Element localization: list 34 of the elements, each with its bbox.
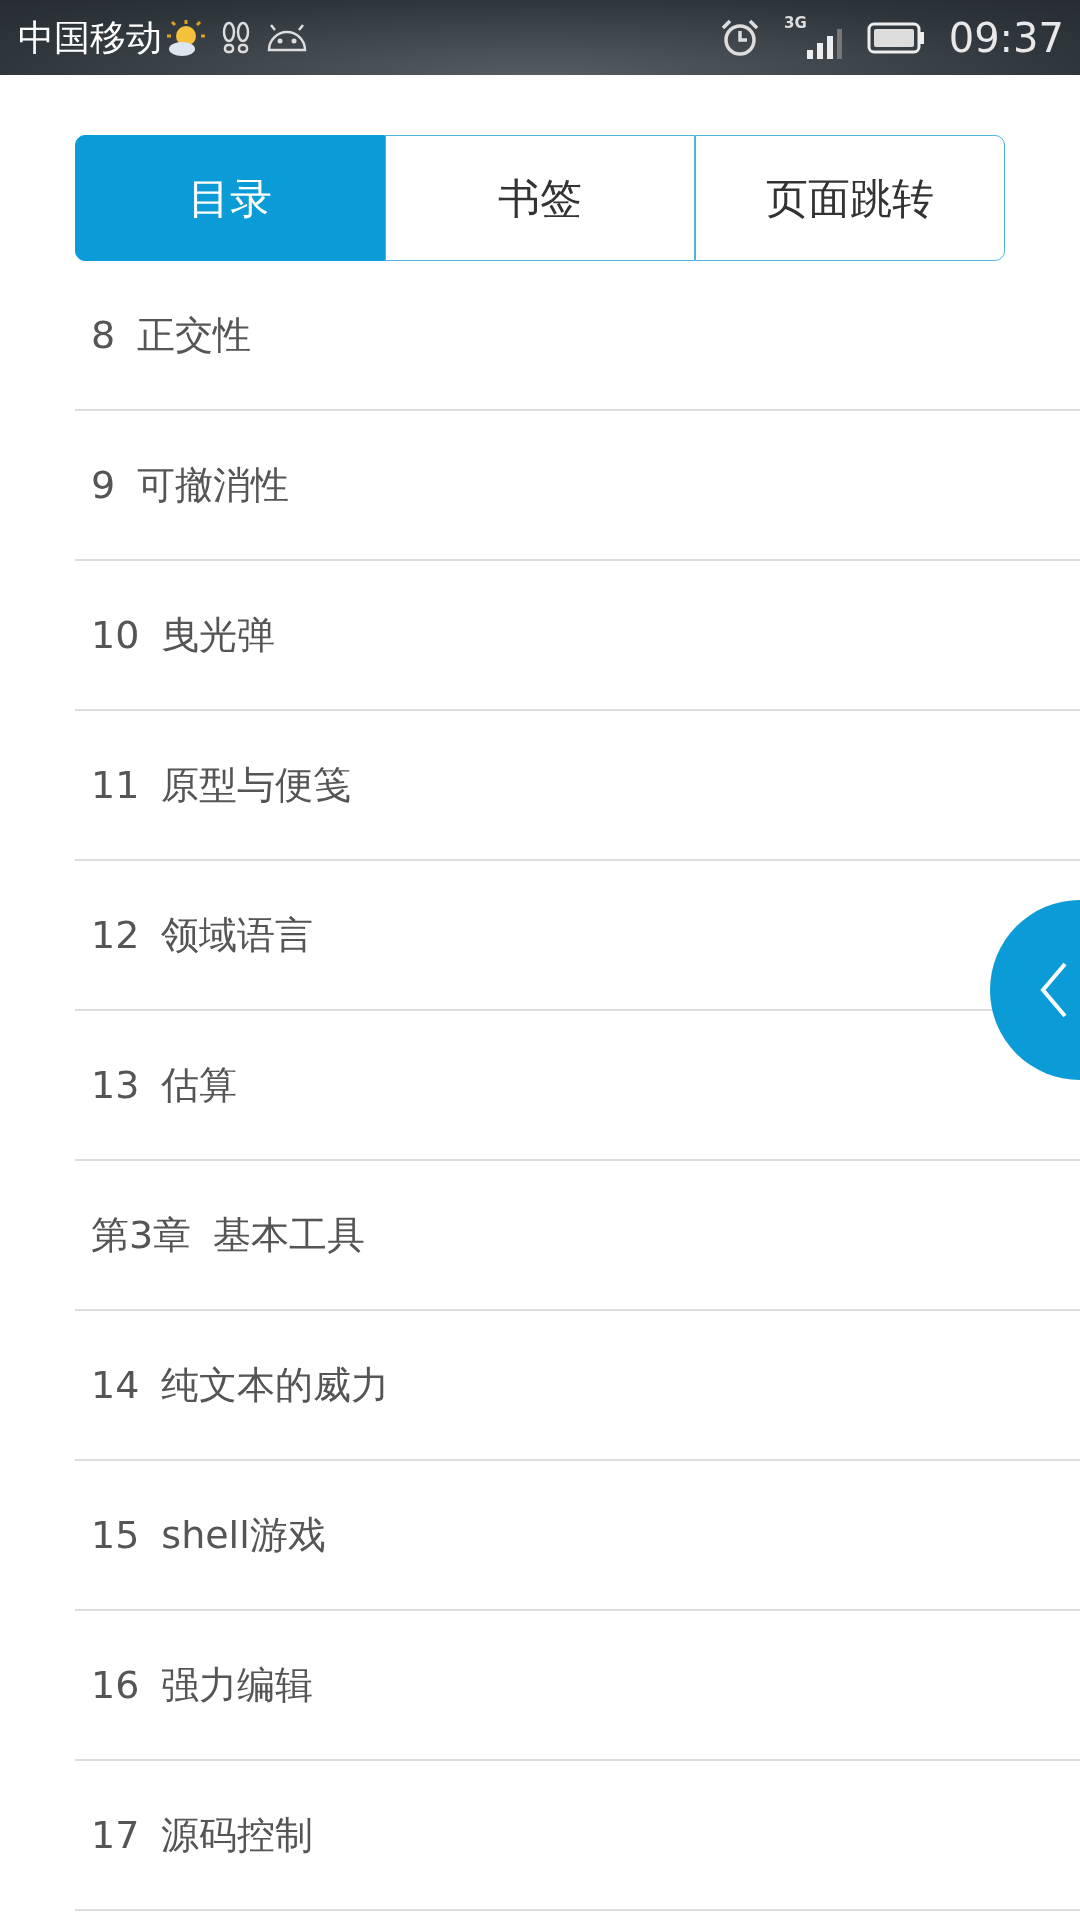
tab[interactable]: 页面跳转	[695, 135, 1005, 261]
section-title[interactable]: 领域语言	[161, 906, 314, 964]
section-title[interactable]: 强力编辑	[161, 1656, 314, 1714]
battery-icon	[866, 21, 925, 54]
carrier-name: 中国移动	[18, 15, 162, 60]
section-title[interactable]: shell游戏	[161, 1506, 326, 1564]
section-title[interactable]: 源码控制	[161, 1806, 314, 1864]
section-title[interactable]: 曳光弹	[161, 606, 276, 664]
section-number: 16	[91, 1661, 140, 1709]
clock-time: 09:37	[948, 13, 1064, 63]
network-type: 3G	[783, 16, 807, 31]
section-number: 第3章	[91, 1211, 192, 1259]
alarm-icon	[719, 17, 760, 58]
chevron-left-icon	[1039, 961, 1069, 1019]
signal-icon	[806, 29, 843, 59]
section-number: 13	[91, 1061, 140, 1109]
android-icon	[266, 23, 308, 52]
section-title[interactable]: 原型与便笺	[161, 756, 352, 814]
section-title[interactable]: 正交性	[137, 306, 252, 364]
section-number: 10	[91, 611, 140, 659]
section-title[interactable]: 基本工具	[213, 1206, 366, 1264]
section-title[interactable]: 纯文本的威力	[161, 1356, 390, 1414]
section-title[interactable]: 可撤消性	[137, 456, 290, 514]
section-title[interactable]: 估算	[161, 1056, 238, 1114]
section-number: 14	[91, 1361, 140, 1409]
section-number: 8	[91, 311, 116, 359]
section-number: 17	[91, 1811, 140, 1859]
tab[interactable]: 书签	[385, 135, 695, 261]
section-number: 9	[91, 461, 116, 509]
weather-icon	[166, 18, 206, 57]
section-number: 15	[91, 1511, 140, 1559]
footprints-icon	[222, 20, 250, 55]
section-number: 11	[91, 761, 140, 809]
section-number: 12	[91, 911, 140, 959]
